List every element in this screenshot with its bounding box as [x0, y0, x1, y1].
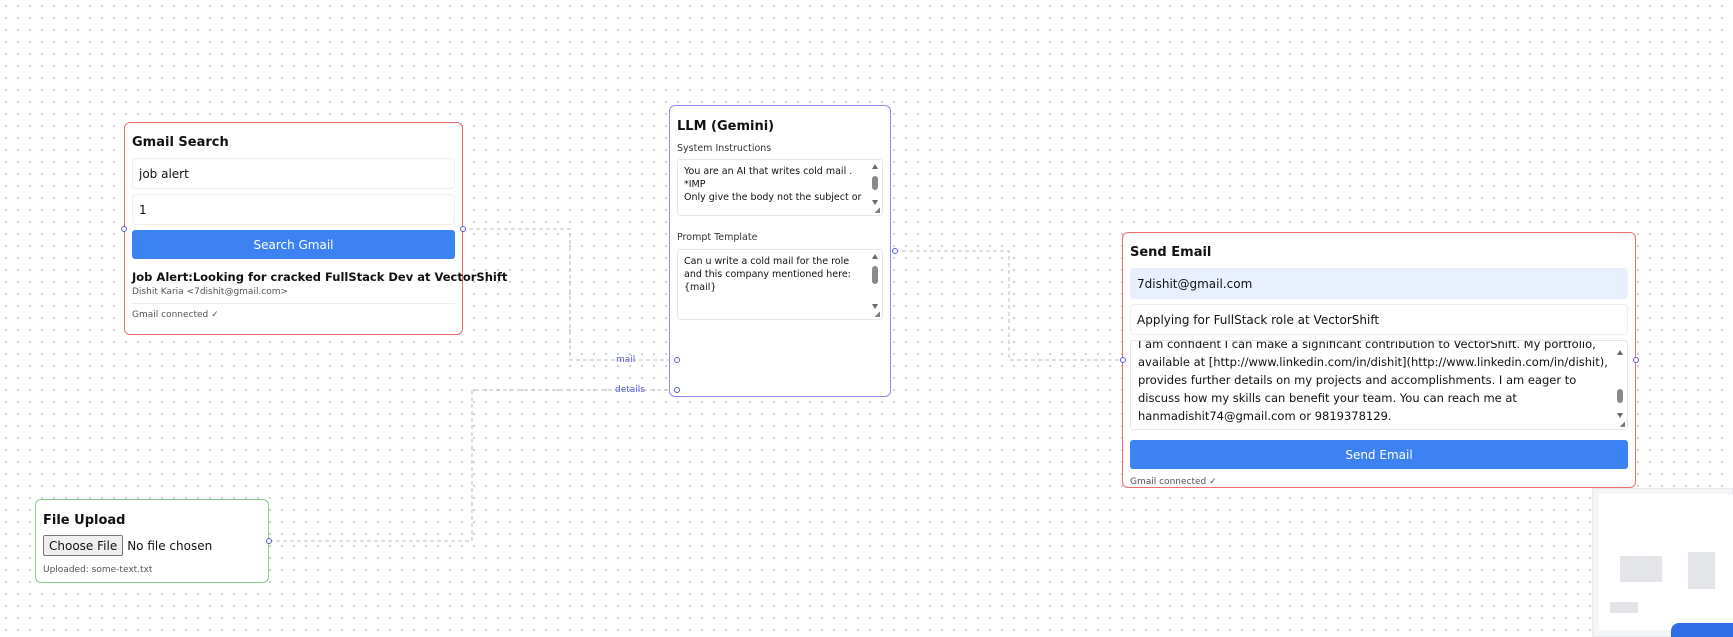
- llm-details-input-handle[interactable]: [674, 387, 680, 393]
- system-instructions-text: You are an AI that writes cold mail . *I…: [684, 166, 862, 203]
- edge-upload-to-llm-details: [269, 389, 677, 542]
- resize-grip-icon[interactable]: ◢: [1620, 421, 1625, 428]
- send-to-input[interactable]: [1130, 268, 1628, 299]
- choose-file-button[interactable]: Choose File: [43, 535, 124, 556]
- llm-mail-input-handle[interactable]: [674, 357, 680, 363]
- scroll-up-icon[interactable]: [872, 254, 878, 259]
- scroll-down-icon[interactable]: [872, 304, 878, 309]
- send-email-input-handle[interactable]: [1120, 357, 1126, 363]
- llm-output-handle[interactable]: [892, 248, 898, 254]
- scroll-up-icon[interactable]: [872, 164, 878, 169]
- gmail-search-output-handle[interactable]: [460, 226, 466, 232]
- minimap-node: [1688, 552, 1715, 589]
- send-email-button[interactable]: Send Email: [1130, 440, 1628, 469]
- file-upload-node[interactable]: File Upload Choose File No file chosen U…: [35, 499, 269, 583]
- minimap-node: [1620, 556, 1662, 582]
- send-email-node[interactable]: Send Email I am confident I can make a s…: [1122, 232, 1636, 488]
- edge-label-mail: mail: [616, 355, 636, 365]
- file-upload-output-handle[interactable]: [266, 538, 272, 544]
- prompt-template-textarea[interactable]: Can u write a cold mail for the role and…: [677, 249, 883, 320]
- resize-grip-icon[interactable]: ◢: [875, 311, 880, 318]
- llm-node[interactable]: LLM (Gemini) System Instructions You are…: [669, 105, 891, 397]
- send-email-title: Send Email: [1130, 245, 1212, 260]
- no-file-chosen-label: No file chosen: [127, 538, 213, 553]
- gmail-result-subject: Job Alert:Looking for cracked FullStack …: [132, 270, 508, 284]
- gmail-search-left-handle[interactable]: [121, 226, 127, 232]
- edge-label-details: details: [615, 385, 645, 395]
- scroll-thumb[interactable]: [1617, 389, 1623, 403]
- scroll-thumb[interactable]: [872, 266, 878, 284]
- file-upload-title: File Upload: [43, 513, 126, 528]
- gmail-query-input[interactable]: [132, 158, 455, 189]
- scroll-up-icon[interactable]: [1617, 350, 1623, 355]
- prompt-template-text: Can u write a cold mail for the role and…: [684, 256, 851, 293]
- corner-badge[interactable]: [1671, 623, 1733, 637]
- send-email-output-handle[interactable]: [1633, 357, 1639, 363]
- gmail-search-title: Gmail Search: [132, 135, 229, 150]
- send-email-status: Gmail connected ✓: [1130, 477, 1217, 487]
- resize-grip-icon[interactable]: ◢: [875, 207, 880, 214]
- system-instructions-textarea[interactable]: You are an AI that writes cold mail . *I…: [677, 159, 883, 216]
- gmail-status: Gmail connected ✓: [132, 310, 219, 320]
- send-body-text: I am confident I can make a significant …: [1138, 340, 1608, 423]
- send-body-scrollbar[interactable]: [1616, 349, 1624, 419]
- edge-llm-to-send: [895, 250, 1123, 361]
- edge-gmail-to-llm-mail: [462, 228, 677, 361]
- prompt-template-scrollbar[interactable]: [871, 253, 879, 310]
- gmail-search-node[interactable]: Gmail Search Search Gmail Job Alert:Look…: [124, 122, 508, 335]
- gmail-result-from: Dishit Karia <7dishit@gmail.com>: [132, 287, 289, 297]
- prompt-template-label: Prompt Template: [677, 232, 758, 243]
- llm-title: LLM (Gemini): [677, 119, 775, 134]
- minimap-node: [1610, 602, 1638, 613]
- system-instructions-scrollbar[interactable]: [871, 163, 879, 206]
- gmail-count-input[interactable]: [132, 194, 455, 225]
- scroll-thumb[interactable]: [872, 176, 878, 190]
- uploaded-file-text: Uploaded: some-text.txt: [43, 565, 153, 575]
- system-instructions-label: System Instructions: [677, 143, 772, 154]
- minimap[interactable]: [1592, 488, 1733, 637]
- search-gmail-button[interactable]: Search Gmail: [132, 230, 455, 259]
- scroll-down-icon[interactable]: [1617, 413, 1623, 418]
- send-body-textarea[interactable]: I am confident I can make a significant …: [1130, 340, 1628, 430]
- send-subject-input[interactable]: [1130, 304, 1628, 335]
- scroll-down-icon[interactable]: [872, 200, 878, 205]
